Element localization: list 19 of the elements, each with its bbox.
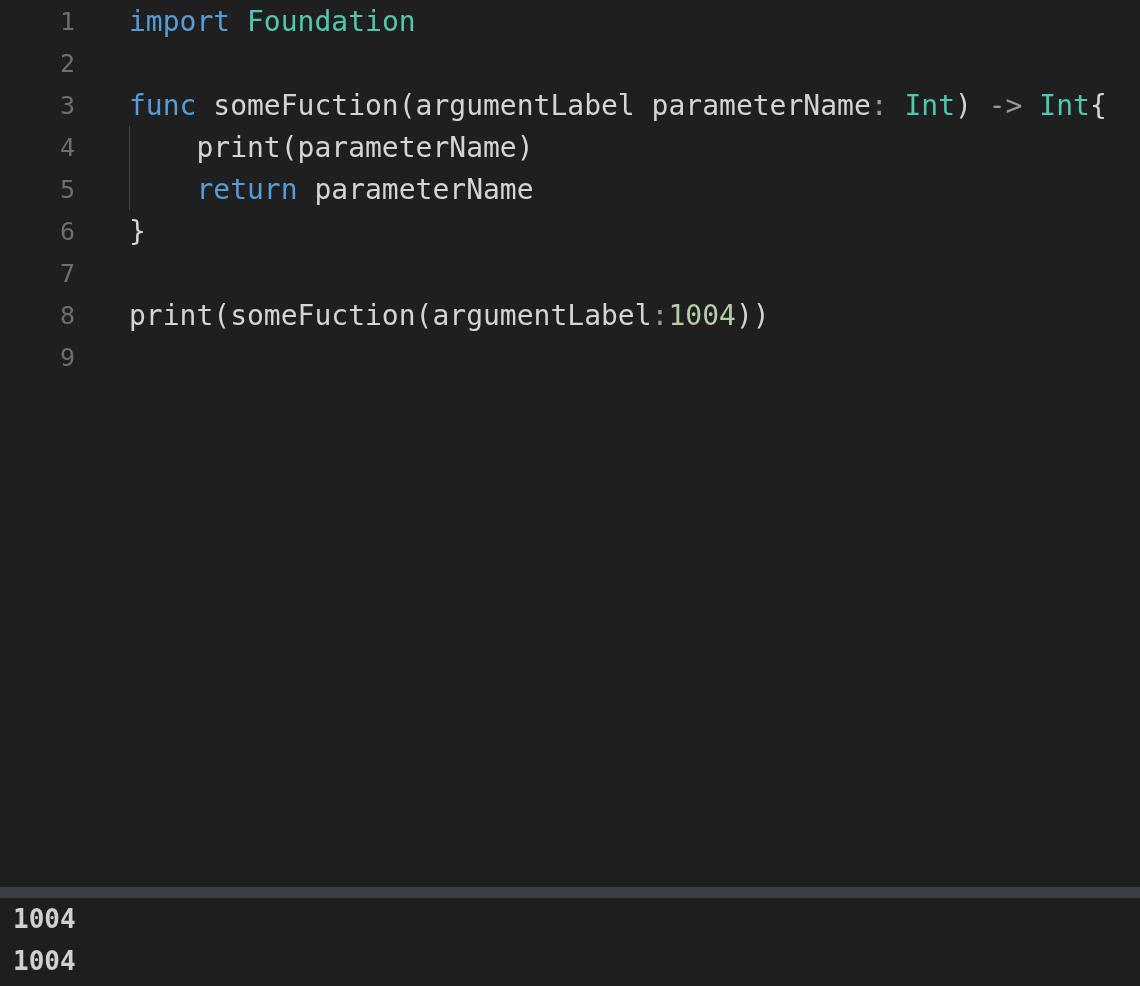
line-number: 5: [58, 174, 75, 204]
code-line: print(parameterName): [195, 130, 534, 164]
line-number: 6: [58, 216, 75, 246]
line-number: 7: [58, 258, 75, 288]
code-line: print(someFuction(argumentLabel:1004)): [129, 298, 770, 332]
line-number: 4: [58, 132, 75, 162]
line-number: 3: [58, 90, 75, 120]
line-number: 8: [58, 300, 75, 330]
line-number: 2: [58, 48, 75, 78]
output-line: 1004: [13, 945, 77, 978]
code-line: import Foundation: [129, 4, 416, 38]
panel-splitter[interactable]: [0, 887, 1140, 898]
code-line: }: [129, 214, 146, 248]
line-number: 9: [58, 342, 75, 372]
code-line: return parameterName: [195, 172, 534, 206]
code-line: func someFuction(argumentLabel parameterName: Int) -> Int{: [129, 88, 1107, 122]
line-number: 1: [58, 6, 75, 36]
output-line: 1004: [13, 903, 77, 936]
code-editor[interactable]: 1 import Foundation 2 3 func someFuction(argumentLabel parameterName: Int) -> Int{ 4 print(parameterName) 5 return parameterName 6 } 7 8 print(someFuction(argumentLabel:1004)) 9: [0, 0, 1140, 887]
